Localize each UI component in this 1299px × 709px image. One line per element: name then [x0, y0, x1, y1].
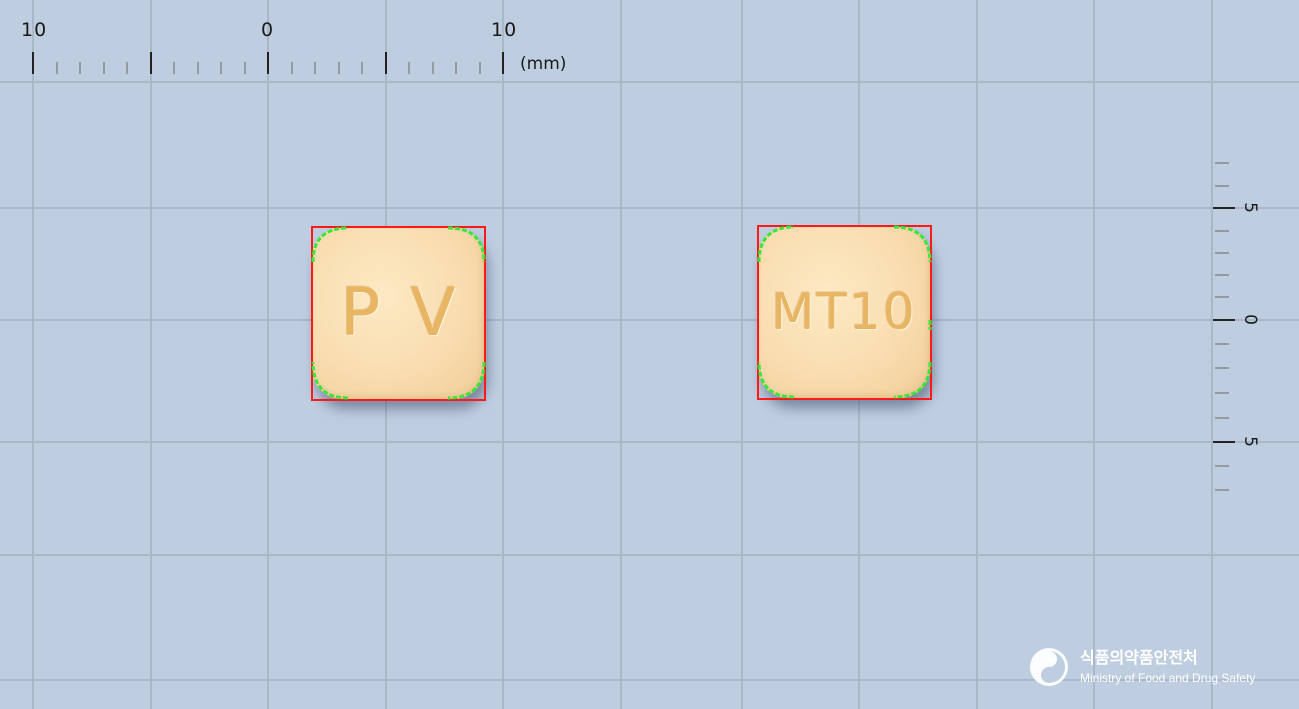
detection-box-back — [757, 225, 932, 400]
detection-box-front — [311, 226, 486, 401]
logo-english-text: Ministry of Food and Drug Safety — [1080, 671, 1256, 685]
background-grid — [0, 0, 1299, 709]
ruler-right-label-bottom: 5 — [1239, 436, 1260, 447]
mfds-emblem-icon — [1030, 648, 1068, 686]
ruler-right-label-center: 0 — [1239, 314, 1260, 325]
ruler-top-ticks — [32, 52, 504, 74]
ruler-right-label-top: 5 — [1239, 202, 1260, 213]
logo-korean-text: 식품의약품안전처 — [1080, 648, 1198, 667]
image-canvas: 10 0 10 (mm) 5 0 5 PV MT10 식품의약품안전처 Mini… — [0, 0, 1299, 709]
